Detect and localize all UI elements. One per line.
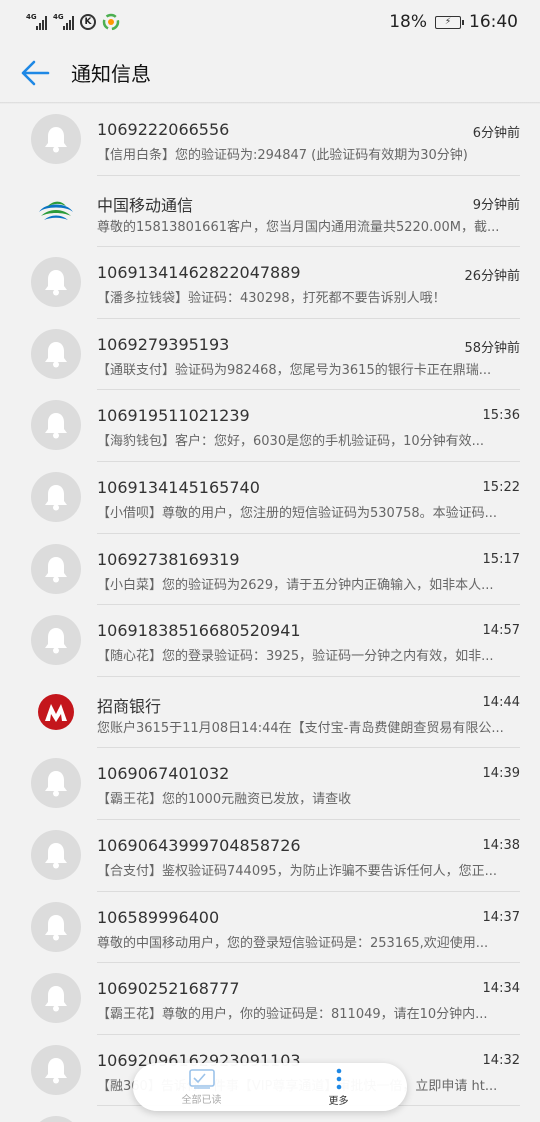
message-item[interactable]: 中国移动通信 9分钟前尊敬的15813801661客户，您当月国内通用流量共522… <box>0 176 540 248</box>
message-time: 9分钟前 <box>472 197 520 213</box>
message-preview: 【小借呗】尊敬的用户，您注册的短信验证码为530758。本验证码... <box>97 505 498 521</box>
message-preview: 【霸王花】您的1000元融资已发放，请查收 <box>97 792 352 808</box>
message-sender: 10692738169319 <box>97 549 240 569</box>
more-label: 更多 <box>328 1095 349 1107</box>
message-time: 14:32 <box>482 1052 520 1068</box>
message-item[interactable]: 10691838516680520941 14:57 【随心花】您的登录验证码：39… <box>0 605 540 677</box>
message-preview: 【霸王花】尊敬的用户，你的验证码是：811049，请在10分钟内... <box>97 1007 488 1023</box>
app-root: 4G 4G K 18% ⚡ 16:40 通知信息 1069222066556 6分… <box>0 0 540 1122</box>
message-time: 14:37 <box>482 909 520 925</box>
status-left: 4G 4G K <box>26 13 120 31</box>
app-header: 通知信息 <box>0 44 540 102</box>
message-sender: 招商银行 <box>97 696 162 716</box>
message-time: 14:57 <box>482 623 520 639</box>
message-time: 14:39 <box>482 766 520 782</box>
message-sender: 106919511021239 <box>97 406 250 426</box>
network-type-2: 4G <box>53 13 64 21</box>
bell-icon <box>31 328 81 379</box>
signal-icon-2: 4G <box>53 14 74 30</box>
mark-all-read-button[interactable]: 全部已读 <box>133 1063 270 1111</box>
message-time: 15:17 <box>482 551 520 567</box>
message-time: 58分钟前 <box>464 340 520 356</box>
message-item[interactable]: 106589996400 14:37 尊敬的中国移动用户，您的登录短信验证码是：25… <box>0 892 540 964</box>
message-sender: 10691341462822047889 <box>97 263 301 283</box>
message-sender: 1069067401032 <box>97 764 230 784</box>
message-sender: 10690643999704858726 <box>97 835 301 855</box>
bell-icon <box>31 257 81 308</box>
bell-icon <box>31 901 81 952</box>
china-mobile-logo-icon <box>31 185 81 236</box>
bell-icon <box>31 1116 81 1122</box>
message-item[interactable]: 招商银行 14:44 您账户3615于11月08日14:44在【支付宝-青岛费健朗查… <box>0 677 540 749</box>
signal-icon: 4G <box>26 14 47 30</box>
network-type-1: 4G <box>26 13 37 21</box>
message-preview: 【潘多拉钱袋】验证码：430298，打死都不要告诉别人哦！ <box>97 291 446 307</box>
more-button[interactable]: 更多 <box>270 1063 407 1111</box>
message-item[interactable]: 1069222066556 6分钟前 【信用白条】您的验证码为:294847 (此验… <box>0 104 540 176</box>
battery-icon: ⚡ <box>435 15 464 29</box>
bell-icon <box>31 400 81 451</box>
clock: 16:40 <box>469 12 518 32</box>
pinwheel-icon <box>102 13 120 31</box>
status-right: 18% ⚡ 16:40 <box>389 12 518 32</box>
message-preview: 【信用白条】您的验证码为:294847 (此验证码有效期为30分钟) <box>97 148 468 163</box>
status-bar: 4G 4G K 18% ⚡ 16:40 <box>0 0 540 44</box>
message-item[interactable]: 10691341462822047889 26分钟前【潘多拉钱袋】验证码：4302… <box>0 247 540 319</box>
bottom-action-bar: 全部已读 更多 <box>133 1063 407 1111</box>
message-time: 15:36 <box>482 408 520 424</box>
message-item[interactable]: 10690252168777 14:34 【霸王花】尊敬的用户，你的验证码是：811… <box>0 963 540 1035</box>
message-time: 14:38 <box>482 837 520 853</box>
message-item[interactable]: 106919511021239 15:36 【海豹钱包】客户：您好，6030是您的手… <box>0 390 540 462</box>
bell-icon <box>31 543 81 594</box>
message-item[interactable]: 10692738169319 15:17 【小白菜】您的验证码为2629，请于五分钟… <box>0 534 540 606</box>
message-preview: 【随心花】您的登录验证码：3925，验证码一分钟之内有效，如非... <box>97 649 494 665</box>
message-preview: 尊敬的15813801661客户，您当月国内通用流量共5220.00M，截... <box>97 219 500 235</box>
message-preview: 尊敬的中国移动用户，您的登录短信验证码是：253165,欢迎使用... <box>97 935 489 951</box>
message-sender: 1069134145165740 <box>97 477 260 497</box>
message-preview: 【通联支付】验证码为982468，您尾号为3615的银行卡正在鼎瑞... <box>97 362 492 378</box>
message-list: 1069222066556 6分钟前 【信用白条】您的验证码为:294847 (此验… <box>0 104 540 1122</box>
message-preview: 【海豹钱包】客户：您好，6030是您的手机验证码，10分钟有效... <box>97 434 485 450</box>
message-time: 14:34 <box>482 981 520 997</box>
bell-icon <box>31 973 81 1024</box>
message-preview: 【小白菜】您的验证码为2629，请于五分钟内正确输入，如非本人... <box>97 577 494 593</box>
k-app-icon: K <box>80 14 96 30</box>
message-time: 15:22 <box>482 479 520 495</box>
mark-all-read-label: 全部已读 <box>181 1094 222 1106</box>
bell-icon <box>31 615 81 666</box>
message-time: 26分钟前 <box>464 269 520 285</box>
message-preview: 您账户3615于11月08日14:44在【支付宝-青岛费健朗查贸易有限公... <box>97 720 504 736</box>
message-item[interactable]: 1069067401032 14:39 【霸王花】您的1000元融资已发放，请查收 <box>0 748 540 820</box>
battery-percent: 18% <box>389 12 427 32</box>
message-sender: 1069222066556 <box>97 120 230 139</box>
message-item[interactable]: 1069134145165740 15:22 【小借呗】尊敬的用户，您注册的短信验证… <box>0 462 540 534</box>
mark-read-icon <box>188 1068 215 1089</box>
message-time: 14:44 <box>482 694 520 710</box>
message-item[interactable]: 1069279395193 58分钟前【通联支付】验证码为982468，您尾号为3… <box>0 319 540 391</box>
bell-icon <box>31 758 81 809</box>
page-title: 通知信息 <box>71 62 151 86</box>
cmb-bank-logo-icon <box>31 686 81 737</box>
message-sender: 10690252168777 <box>97 979 240 999</box>
bell-icon <box>31 471 81 522</box>
bell-icon <box>31 114 81 164</box>
more-vertical-icon <box>336 1068 341 1089</box>
message-time: 6分钟前 <box>472 126 520 141</box>
message-preview: 【合支付】鉴权验证码744095，为防止诈骗不要告诉任何人，您正... <box>97 863 498 879</box>
message-sender: 中国移动通信 <box>97 195 194 215</box>
back-arrow-icon[interactable] <box>20 60 50 86</box>
bell-icon <box>31 829 81 880</box>
message-sender: 10691838516680520941 <box>97 621 301 641</box>
message-sender: 1069279395193 <box>97 334 230 354</box>
message-sender: 106589996400 <box>97 907 220 927</box>
bell-icon <box>31 1044 81 1095</box>
message-item[interactable]: 10690643999704858726 14:38 【合支付】鉴权验证码74409… <box>0 820 540 892</box>
